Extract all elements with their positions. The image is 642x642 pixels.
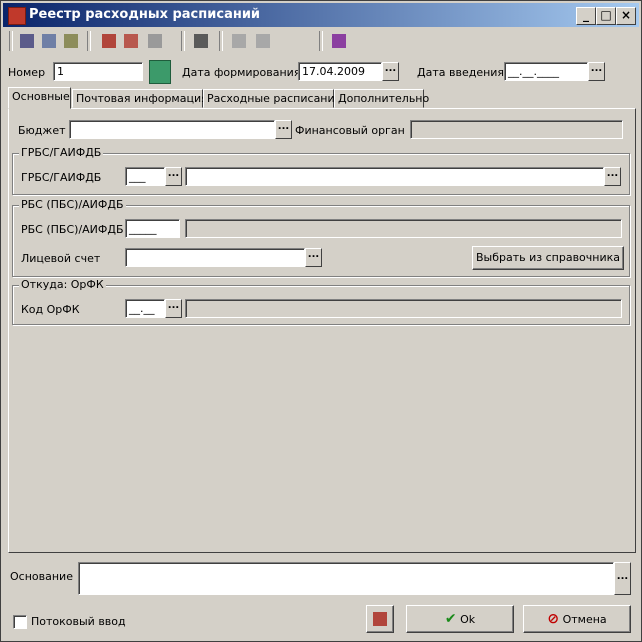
wizard-edit-icon[interactable] (121, 31, 141, 51)
orfk-picker-button[interactable]: ... (165, 299, 182, 318)
fin-organ-label: Финансовый орган (295, 124, 405, 137)
orfk-code-input[interactable]: __.__ (125, 299, 165, 318)
app-icon (8, 7, 26, 25)
choose-from-directory-button[interactable]: Выбрать из справочника (472, 246, 624, 270)
print-icon[interactable] (17, 31, 37, 51)
cancel-label: Отмена (562, 613, 607, 626)
maximize-button[interactable]: □ (596, 7, 616, 25)
export-icon[interactable] (61, 31, 81, 51)
date-form-input[interactable]: 17.04.2009 (298, 62, 382, 81)
window-title: Реестр расходных расписаний (29, 7, 261, 22)
grbs-picker-button[interactable]: ... (165, 167, 182, 186)
book-icon[interactable] (329, 31, 349, 51)
account-label: Лицевой счет (21, 252, 101, 265)
checklist-icon[interactable] (191, 31, 211, 51)
close-button[interactable]: × (616, 7, 636, 25)
tab-additional[interactable]: Дополнительно (334, 89, 429, 108)
calculator-icon[interactable] (149, 60, 171, 84)
toolbar-separator (9, 31, 13, 51)
ok-button[interactable]: ✔ Ok (406, 605, 514, 633)
tab-schedules[interactable]: Расходные расписания (203, 89, 341, 108)
toolbar (3, 29, 639, 55)
budget-picker-button[interactable]: ... (275, 120, 292, 139)
stream-input-checkbox[interactable] (13, 615, 27, 629)
tab-panel: Бюджет ... Финансовый орган ГРБС/ГАИФДБ … (8, 108, 636, 553)
toolbar-separator (87, 31, 91, 51)
grbs-name-input[interactable] (185, 167, 604, 186)
rbs-code-input[interactable]: _____ (125, 219, 180, 238)
rbs-group-title: РБС (ПБС)/АИФДБ (19, 198, 126, 211)
tab-main[interactable]: Основные (8, 87, 71, 109)
forward-icon[interactable] (229, 31, 249, 51)
wizard-icon[interactable] (99, 31, 119, 51)
rbs-group: РБС (ПБС)/АИФДБ РБС (ПБС)/АИФДБ _____ Ли… (12, 198, 630, 277)
minimize-button[interactable]: _ (576, 7, 596, 25)
date-form-label: Дата формирования (182, 66, 301, 79)
ok-label: Ok (460, 613, 476, 626)
date-intro-label: Дата введения (417, 66, 505, 79)
orfk-label: Код ОрФК (21, 303, 80, 316)
number-label: Номер (8, 66, 46, 79)
grbs-label: ГРБС/ГАИФДБ (21, 171, 102, 184)
budget-input[interactable] (69, 120, 275, 139)
stream-input-label: Потоковый ввод (31, 615, 126, 628)
number-input[interactable]: 1 (53, 62, 143, 81)
toolbar-separator (219, 31, 223, 51)
grbs-code-input[interactable]: ___ (125, 167, 165, 186)
toolbar-separator (319, 31, 323, 51)
basis-picker-button[interactable]: ... (614, 562, 631, 595)
cancel-icon: ⊘ (547, 611, 560, 627)
account-input[interactable] (125, 248, 305, 267)
toolbar-separator (181, 31, 185, 51)
date-intro-picker-button[interactable]: ... (588, 62, 605, 81)
wizard-button[interactable] (366, 605, 394, 633)
tab-postal[interactable]: Почтовая информация (72, 89, 208, 108)
refresh-icon[interactable] (145, 31, 165, 51)
orfk-group-title: Откуда: ОрФК (19, 278, 106, 291)
cancel-button[interactable]: ⊘ Отмена (523, 605, 631, 633)
orfk-group: Откуда: ОрФК Код ОрФК __.__ ... (12, 278, 630, 325)
window: Реестр расходных расписаний _ □ × Номер … (0, 0, 642, 642)
account-picker-button[interactable]: ... (305, 248, 322, 267)
rbs-label: РБС (ПБС)/АИФДБ (21, 223, 124, 236)
check-icon: ✔ (444, 611, 457, 627)
preview-icon[interactable] (39, 31, 59, 51)
date-form-picker-button[interactable]: ... (382, 62, 399, 81)
title-bar: Реестр расходных расписаний _ □ × (3, 3, 639, 27)
basis-label: Основание (10, 570, 73, 583)
budget-label: Бюджет (18, 124, 66, 137)
basis-input[interactable] (78, 562, 614, 595)
grbs-group-title: ГРБС/ГАИФДБ (19, 146, 104, 159)
date-intro-input[interactable]: __.__.____ (504, 62, 588, 81)
grbs-group: ГРБС/ГАИФДБ ГРБС/ГАИФДБ ___ ... ... (12, 146, 630, 195)
wizard-icon (373, 612, 387, 626)
grbs-name-picker-button[interactable]: ... (604, 167, 621, 186)
copy-icon[interactable] (253, 31, 273, 51)
fin-organ-field (410, 120, 623, 139)
orfk-name-field (185, 299, 622, 318)
rbs-name-field (185, 219, 622, 238)
